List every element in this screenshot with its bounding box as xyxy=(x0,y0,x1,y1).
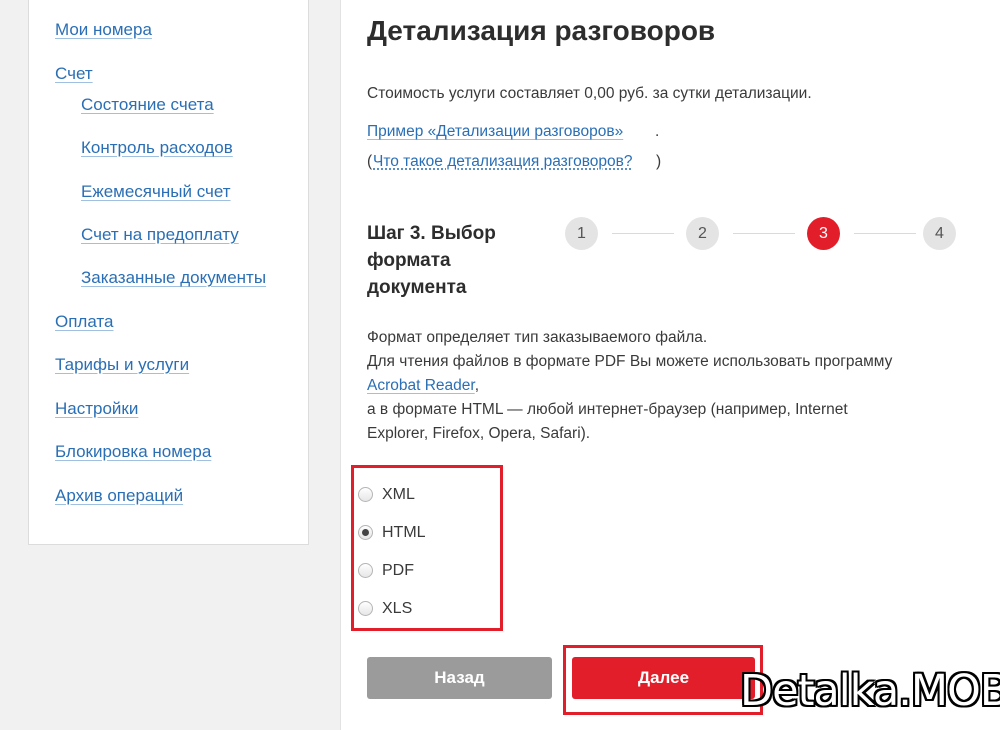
format-selection-highlight xyxy=(351,465,503,631)
radio-button[interactable] xyxy=(358,563,373,578)
back-button[interactable]: Назад xyxy=(367,657,552,699)
description-line: Для чтения файлов в формате PDF Вы может… xyxy=(367,353,893,370)
format-label: HTML xyxy=(382,524,426,541)
description-comma: , xyxy=(474,377,480,394)
description-line: Explorer, Firefox, Opera, Safari). xyxy=(367,425,591,442)
format-label: PDF xyxy=(382,562,414,579)
acrobat-reader-link[interactable]: Acrobat Reader xyxy=(367,377,475,394)
sidebar-item-number-block[interactable]: Блокировка номера xyxy=(55,442,211,462)
sidebar-item-prepayment-bill[interactable]: Счет на предоплату xyxy=(81,225,239,245)
format-description: Формат определяет тип заказываемого файл… xyxy=(367,326,967,446)
sidebar-item-monthly-bill[interactable]: Ежемесячный счет xyxy=(81,182,231,202)
example-link[interactable]: Пример «Детализации разговоров» xyxy=(367,122,623,142)
step-title: Шаг 3. Выбор формата документа xyxy=(367,223,496,298)
sidebar-item-payment[interactable]: Оплата xyxy=(55,312,113,332)
sidebar-item-my-numbers[interactable]: Мои номера xyxy=(55,20,152,40)
description-line: а в формате HTML — любой интернет-браузе… xyxy=(367,401,848,418)
what-is-detailing-link[interactable]: Что такое детализация разговоров? xyxy=(373,152,632,172)
cost-text: Стоимость услуги составляет 0,00 руб. за… xyxy=(367,85,812,102)
step-1-indicator[interactable]: 1 xyxy=(565,217,598,250)
sidebar-item-ordered-documents[interactable]: Заказанные документы xyxy=(81,268,266,288)
next-button[interactable]: Далее xyxy=(572,657,755,699)
sidebar-item-account-status[interactable]: Состояние счета xyxy=(81,95,214,115)
sidebar: Мои номера Счет Состояние счета Контроль… xyxy=(28,0,309,545)
sidebar-item-tariffs[interactable]: Тарифы и услуги xyxy=(55,355,189,375)
sidebar-item-operations-archive[interactable]: Архив операций xyxy=(55,486,183,506)
what-is-close-paren: ) xyxy=(656,153,662,170)
page-title: Детализация разговоров xyxy=(367,15,716,46)
step-2-indicator[interactable]: 2 xyxy=(686,217,719,250)
what-is-open-paren: ( xyxy=(367,153,373,170)
radio-button-checked[interactable] xyxy=(358,525,373,540)
radio-button[interactable] xyxy=(358,601,373,616)
format-label: XML xyxy=(382,486,415,503)
step-connector xyxy=(733,233,795,234)
description-line: Acrobat Reader, xyxy=(367,374,967,398)
description-line: Формат определяет тип заказываемого файл… xyxy=(367,329,708,346)
step-connector xyxy=(612,233,674,234)
format-label: XLS xyxy=(382,600,413,617)
radio-button[interactable] xyxy=(358,487,373,502)
sidebar-item-expense-control[interactable]: Контроль расходов xyxy=(81,138,233,158)
step-connector xyxy=(854,233,916,234)
step-3-indicator: 3 xyxy=(807,217,840,250)
sidebar-item-settings[interactable]: Настройки xyxy=(55,399,138,419)
main-content: Детализация разговоров Стоимость услуги … xyxy=(340,0,1000,730)
example-suffix: . xyxy=(655,123,660,140)
step-4-indicator: 4 xyxy=(923,217,956,250)
watermark: Detalka.MOBI xyxy=(740,666,1000,716)
sidebar-item-account[interactable]: Счет xyxy=(55,64,93,84)
